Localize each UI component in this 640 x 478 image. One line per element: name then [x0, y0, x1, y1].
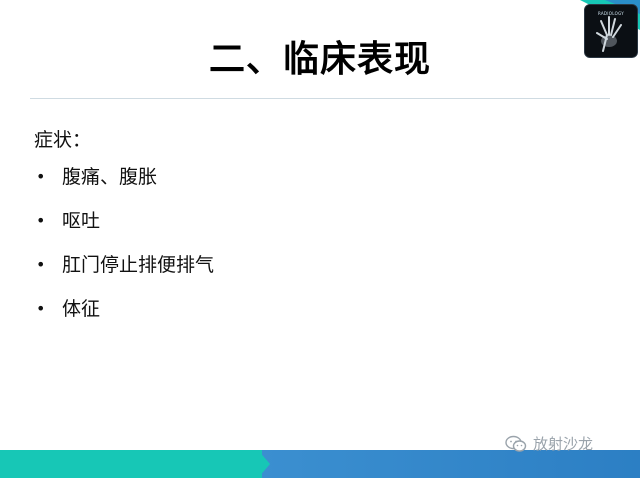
footer-bar-blue	[262, 450, 640, 478]
footer-bar-arrow	[258, 450, 270, 478]
list-item-text: 呕吐	[62, 210, 101, 232]
list-item: • 呕吐	[34, 199, 214, 243]
footer-bar-teal	[0, 450, 270, 478]
slide-title: 二、临床表现	[208, 39, 431, 80]
bullet-marker: •	[36, 255, 46, 274]
bullet-marker: •	[36, 167, 46, 186]
slide-content: 症状： • 腹痛、腹胀 • 呕吐 • 肛门停止排便排气 • 体征	[34, 125, 214, 331]
bullet-marker: •	[36, 299, 46, 318]
bullet-marker: •	[36, 211, 46, 230]
list-item: • 体征	[34, 287, 214, 331]
list-item-text: 肛门停止排便排气	[62, 254, 215, 276]
slide: RADIOLOGY 二、临床表现 症状： • 腹痛、腹胀 • 呕吐 • 肛门停止…	[0, 0, 640, 478]
list-item: • 肛门停止排便排气	[34, 243, 214, 287]
wechat-icon	[505, 435, 527, 452]
list-item-text: 体征	[62, 298, 101, 320]
title-divider	[30, 98, 610, 99]
bullet-list: • 腹痛、腹胀 • 呕吐 • 肛门停止排便排气 • 体征	[34, 155, 214, 331]
symptoms-heading: 症状：	[34, 129, 92, 151]
logo-text: RADIOLOGY	[597, 11, 625, 16]
watermark: 放射沙龙	[505, 434, 593, 454]
watermark-text: 放射沙龙	[533, 435, 594, 453]
list-item-text: 腹痛、腹胀	[62, 166, 158, 188]
list-item: • 腹痛、腹胀	[34, 155, 214, 199]
